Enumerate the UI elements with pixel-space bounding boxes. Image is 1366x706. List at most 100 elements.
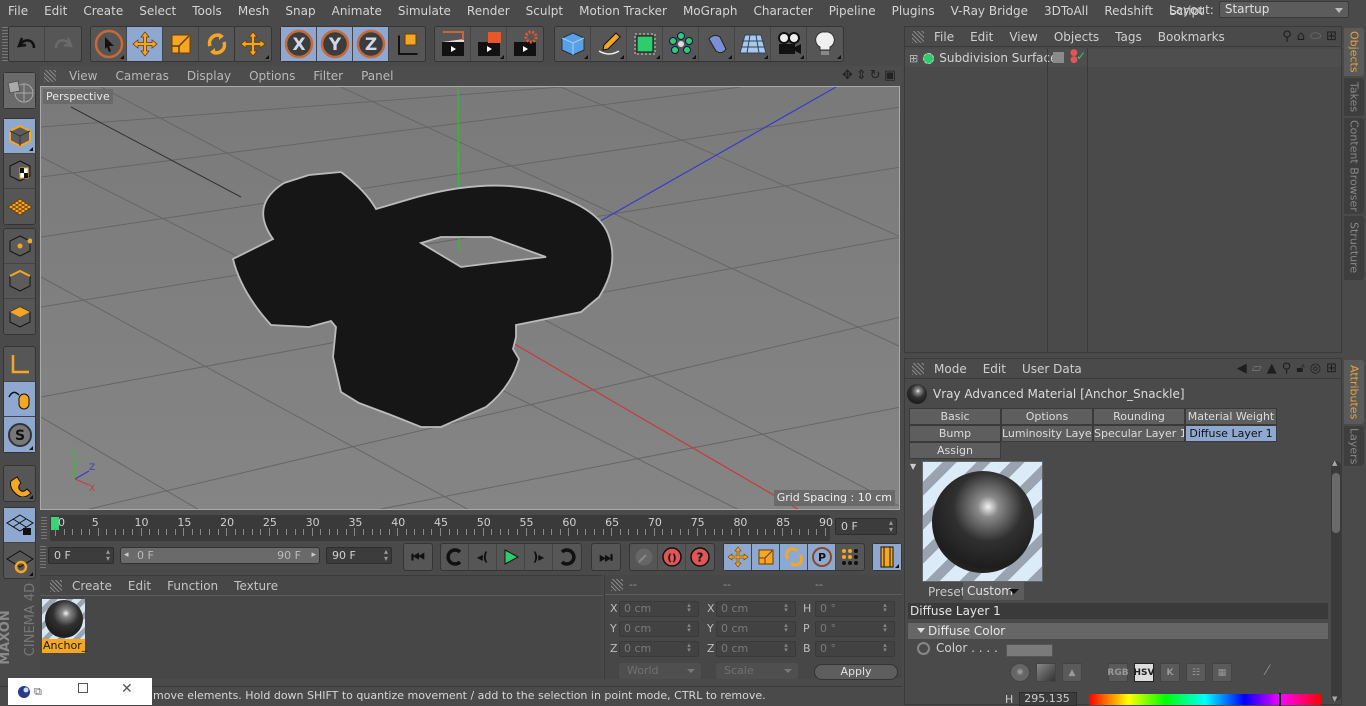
keyframe-selection-button[interactable]: ? <box>686 544 714 570</box>
menu-snap[interactable]: Snap <box>277 4 323 18</box>
polygons-mode-button[interactable] <box>4 299 35 334</box>
viewport-menu-filter[interactable]: Filter <box>304 69 352 83</box>
points-mode-button[interactable] <box>4 229 35 264</box>
objects-menu-objects[interactable]: Objects <box>1046 30 1107 44</box>
target-icon[interactable]: ◎ <box>1310 361 1321 376</box>
kelvin-mode-button[interactable]: K <box>1160 663 1180 682</box>
expand-icon[interactable]: ⊞ <box>909 52 918 65</box>
hue-slider-handle[interactable] <box>1279 693 1282 706</box>
position-z-field[interactable]: 0 cm <box>619 641 699 657</box>
perspective-viewport[interactable]: Y Z X Perspective Grid Spacing : 10 cm <box>40 86 900 510</box>
position-x-field[interactable]: 0 cm <box>619 601 699 617</box>
menu-edit[interactable]: Edit <box>36 4 75 18</box>
mixer-icon[interactable]: ☷ <box>1186 663 1206 682</box>
tab-rounding[interactable]: Rounding <box>1093 408 1185 425</box>
tab-content-browser[interactable]: Content Browser <box>1344 118 1364 214</box>
material-menu-create[interactable]: Create <box>64 579 120 593</box>
objects-menu-file[interactable]: File <box>926 30 962 44</box>
layer-tag-icon[interactable] <box>1053 52 1064 63</box>
autokey-button[interactable]: () <box>658 544 686 570</box>
object-name[interactable]: Subdivision Surface <box>939 51 1057 65</box>
tab-luminosity-layer[interactable]: Luminosity Layer <box>1001 425 1093 442</box>
tab-assign[interactable]: Assign <box>909 442 1001 459</box>
menu-animate[interactable]: Animate <box>324 4 390 18</box>
rotation-h-field[interactable]: 0 ° <box>815 601 895 617</box>
tab-material-weight[interactable]: Material Weight <box>1185 408 1277 425</box>
parameter-key-button[interactable]: P <box>808 544 836 570</box>
menu-create[interactable]: Create <box>75 4 131 18</box>
menu-mograph[interactable]: MoGraph <box>675 4 746 18</box>
position-key-button[interactable] <box>724 544 752 570</box>
previous-key-button[interactable] <box>441 544 469 570</box>
current-frame-field[interactable]: 0 F ▴ ▾ <box>835 518 897 535</box>
scale-tool-button[interactable] <box>163 27 199 61</box>
new-window-icon[interactable]: ⊞ <box>1326 29 1337 44</box>
timeline-ruler[interactable]: 0 5 10 15 20 25 30 35 40 45 50 55 60 65 70 75 80 85 90 <box>50 515 833 541</box>
menu-file[interactable]: File <box>0 4 36 18</box>
size-x-field[interactable]: 0 cm <box>716 601 796 617</box>
forward-arrow-icon[interactable]: ▱ <box>1252 361 1262 376</box>
viewport-menu-options[interactable]: Options <box>240 69 304 83</box>
dolly-icon[interactable]: ⇕ <box>856 68 867 83</box>
cube-button[interactable] <box>555 27 591 61</box>
enabled-check-icon[interactable]: ✓ <box>1076 49 1086 63</box>
coordinates-grip[interactable] <box>611 578 623 591</box>
timeline-grip[interactable] <box>41 517 47 539</box>
workplane-align-button[interactable] <box>4 543 35 578</box>
menu-pipeline[interactable]: Pipeline <box>821 4 884 18</box>
rotation-p-field[interactable]: 0 ° <box>815 621 895 637</box>
redo-button[interactable] <box>45 27 81 61</box>
workplane-mode-button[interactable] <box>4 189 35 224</box>
lock-workplane-button[interactable] <box>4 508 35 543</box>
maximize-view-icon[interactable]: ▣ <box>884 68 896 83</box>
attributes-grip[interactable] <box>912 362 924 375</box>
hue-slider[interactable] <box>1089 693 1321 706</box>
objects-menu-bookmarks[interactable]: Bookmarks <box>1150 30 1233 44</box>
go-to-end-button[interactable]: ⏭ <box>592 544 620 570</box>
coordinate-space-dropdown[interactable]: World <box>619 663 701 679</box>
object-row-subdivision-surface[interactable]: ⊞ Subdivision Surface ● ● ✓ <box>905 49 1341 67</box>
point-level-key-button[interactable] <box>836 544 864 570</box>
objects-menu-edit[interactable]: Edit <box>962 30 1001 44</box>
subdivision-surface-button[interactable] <box>627 27 663 61</box>
tab-attributes[interactable]: Attributes <box>1344 360 1364 424</box>
go-to-start-button[interactable]: ⏮ <box>404 544 432 570</box>
multi-transform-button[interactable] <box>235 27 271 61</box>
swatches-icon[interactable]: ▦ <box>1212 663 1232 682</box>
undo-button[interactable] <box>9 27 45 61</box>
attributes-menu-user-data[interactable]: User Data <box>1014 362 1090 376</box>
apply-button[interactable]: Apply <box>814 664 898 680</box>
viewport-menu-panel[interactable]: Panel <box>352 69 402 83</box>
render-view-button[interactable] <box>435 27 471 61</box>
viewport-label[interactable]: Perspective <box>43 89 113 104</box>
close-icon[interactable]: ✕ <box>121 681 133 697</box>
menu-tools[interactable]: Tools <box>184 4 230 18</box>
material-item[interactable]: Anchor_ <box>42 599 87 657</box>
range-right-arrow-icon[interactable]: ▸ <box>311 548 316 563</box>
rgb-mode-button[interactable]: RGB <box>1107 663 1129 682</box>
viewport-menu-display[interactable]: Display <box>178 69 240 83</box>
edges-mode-button[interactable] <box>4 264 35 299</box>
z-axis-button[interactable]: Z <box>353 27 389 61</box>
color-swatch[interactable] <box>1006 644 1053 657</box>
spectrum-icon[interactable] <box>1036 663 1056 682</box>
preset-dropdown[interactable]: Custom <box>963 582 1024 600</box>
tab-basic[interactable]: Basic <box>909 408 1001 425</box>
objects-menu-tags[interactable]: Tags <box>1107 30 1150 44</box>
tab-layers[interactable]: Layers <box>1344 426 1364 466</box>
menu-motion-tracker[interactable]: Motion Tracker <box>571 4 675 18</box>
attributes-scrollbar[interactable]: ▲ ▼ <box>1331 459 1341 703</box>
camera-button[interactable] <box>771 27 807 61</box>
next-key-button[interactable] <box>553 544 581 570</box>
cloner-button[interactable] <box>663 27 699 61</box>
layout-dropdown[interactable]: Startup <box>1218 1 1349 18</box>
menu-vray-bridge[interactable]: V-Ray Bridge <box>943 4 1036 18</box>
tab-objects[interactable]: Objects <box>1344 28 1364 76</box>
scrollbar-thumb[interactable] <box>1332 473 1340 533</box>
material-menu-edit[interactable]: Edit <box>120 579 159 593</box>
scale-key-button[interactable] <box>752 544 780 570</box>
pen-button[interactable] <box>591 27 627 61</box>
lock-icon[interactable]: 🔓︎ <box>1296 361 1304 376</box>
model-mode-button[interactable] <box>4 119 35 154</box>
x-axis-button[interactable]: X <box>281 27 317 61</box>
